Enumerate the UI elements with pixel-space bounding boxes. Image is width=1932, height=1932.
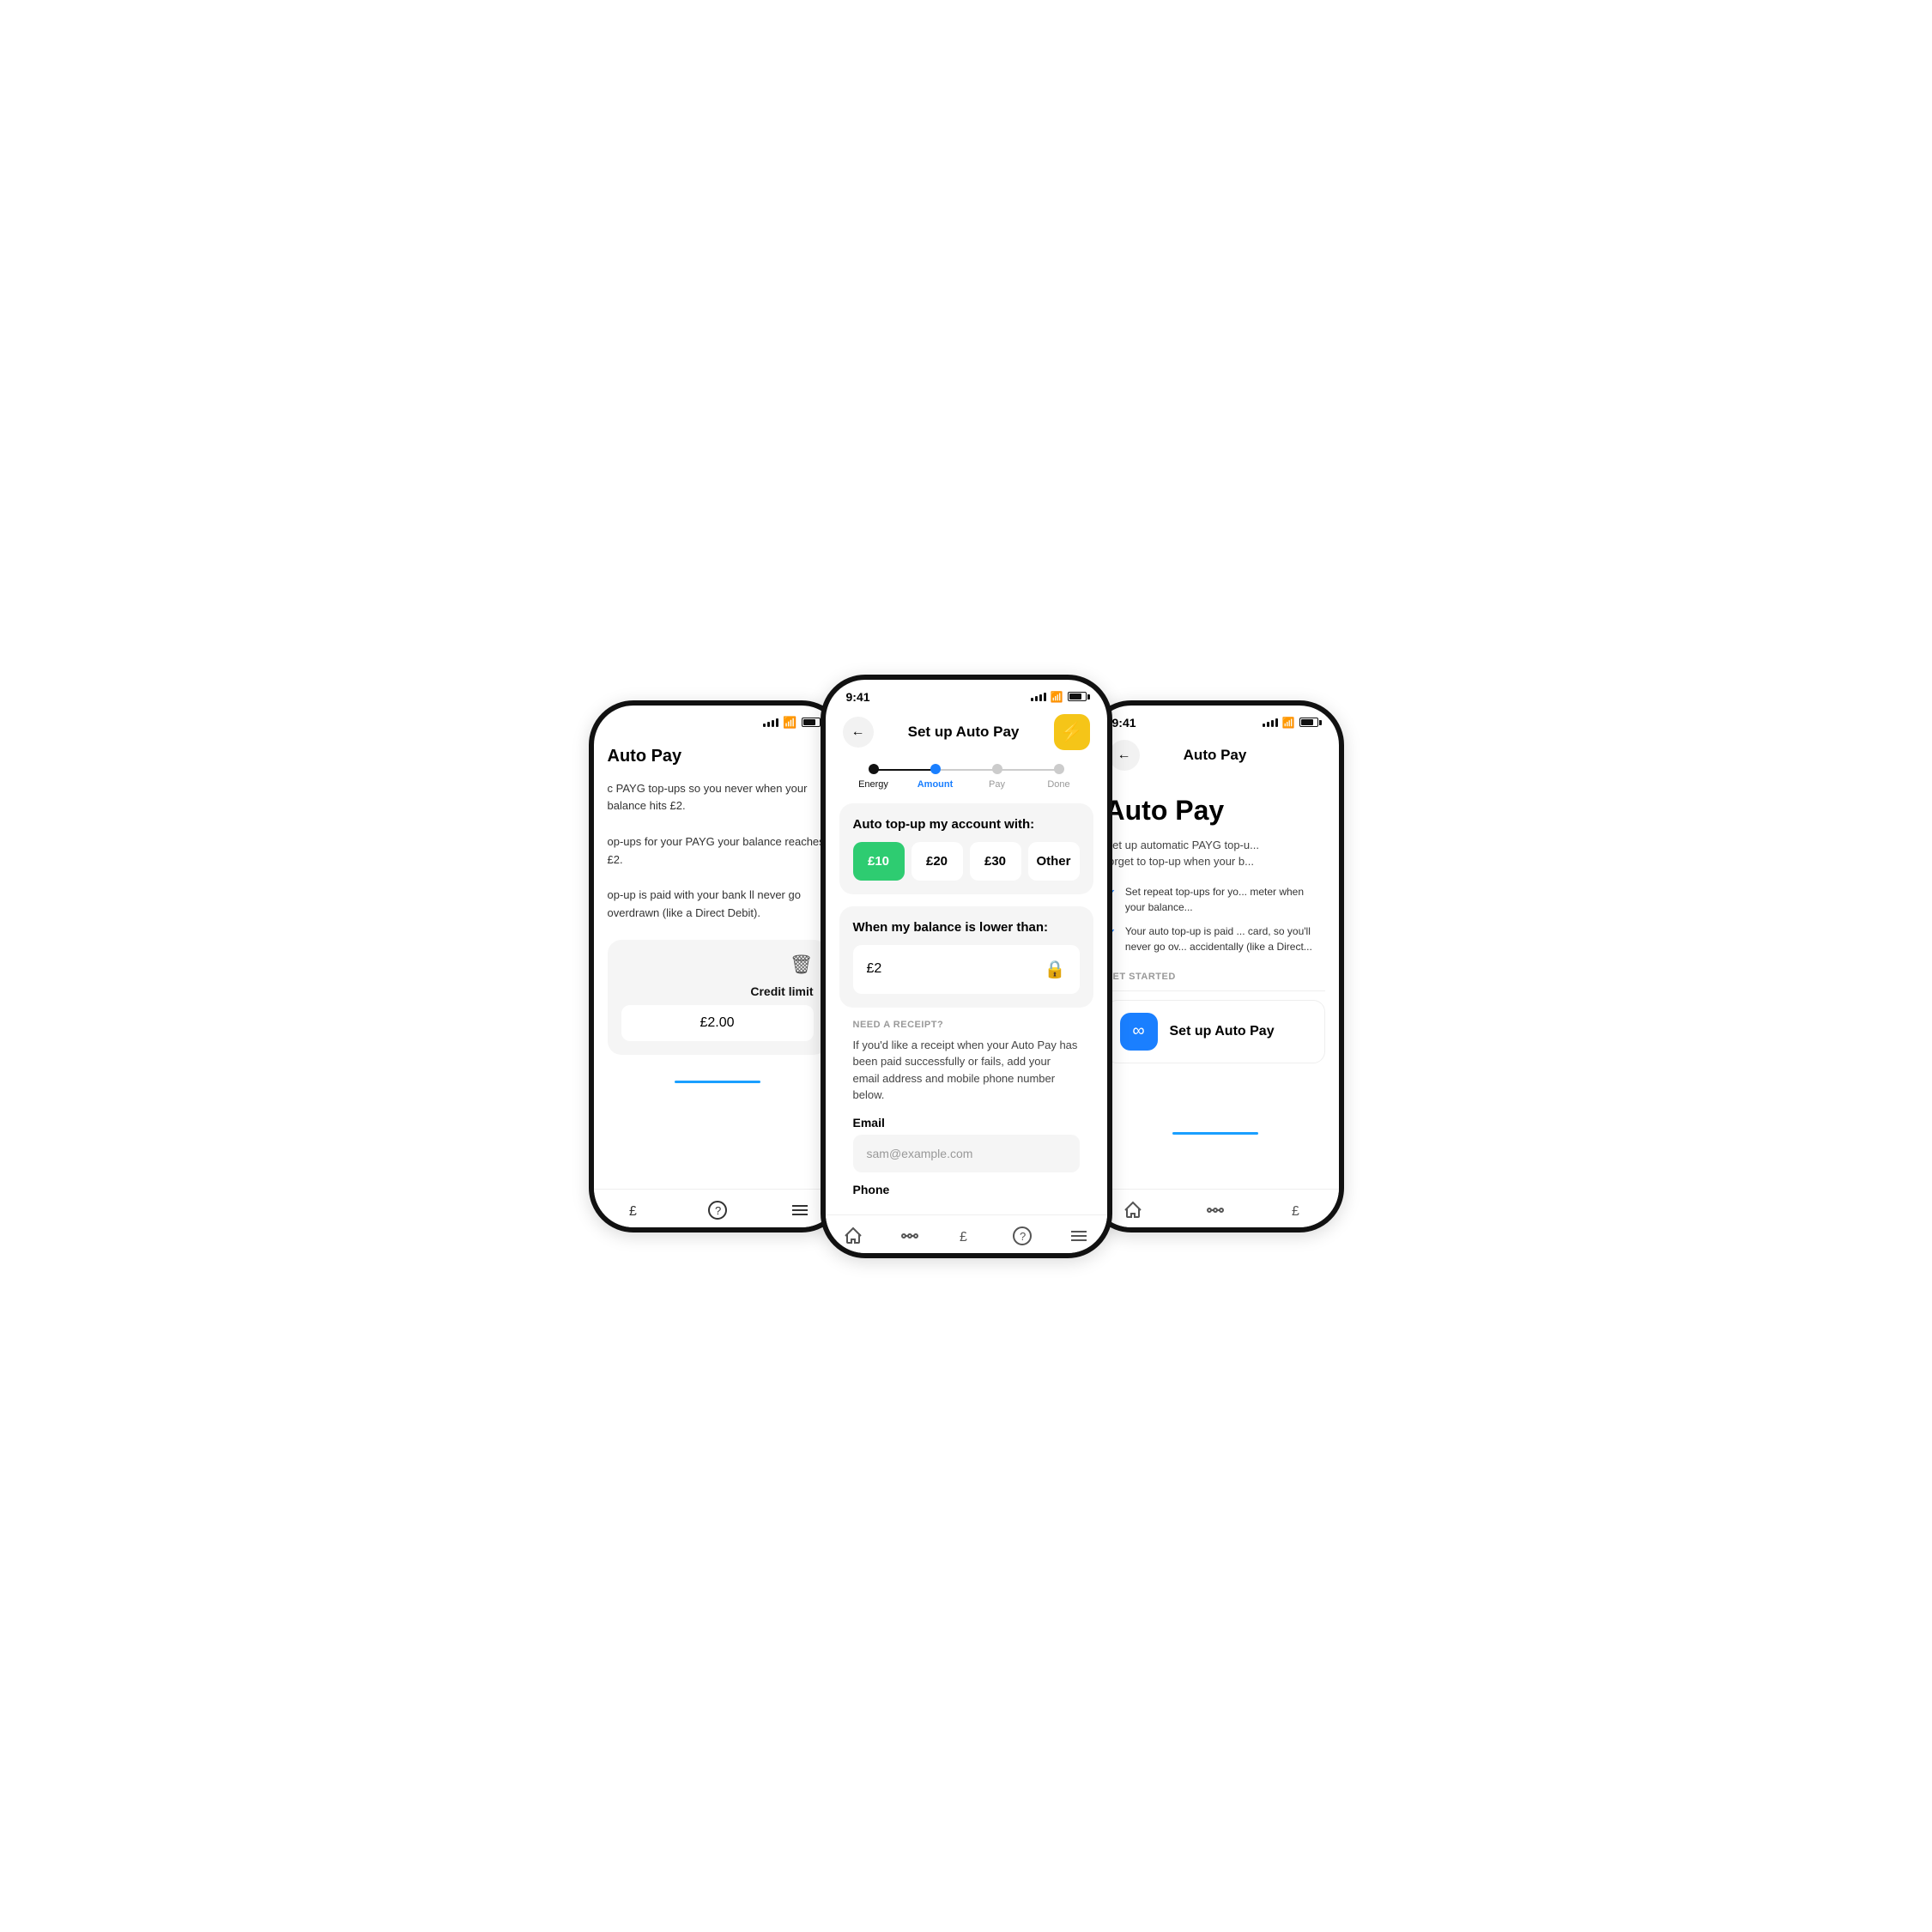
balance-display: £2 🔒	[853, 945, 1080, 994]
nav-help-center-icon[interactable]: ?	[1012, 1226, 1033, 1246]
center-bottom-nav: £ ?	[826, 1214, 1107, 1253]
right-phone-content: Auto Pay Set up automatic PAYG top-u...f…	[1092, 778, 1339, 1132]
nav-pound-icon[interactable]: £	[625, 1200, 645, 1220]
setup-btn-label: Set up Auto Pay	[1170, 1024, 1275, 1039]
amount-30-button[interactable]: £30	[970, 842, 1021, 881]
lock-icon: 🔒	[1045, 959, 1066, 980]
left-bottom-nav: £ ?	[594, 1189, 841, 1227]
right-back-button[interactable]: ←	[1109, 740, 1140, 771]
credit-label: Credit limit	[750, 984, 813, 998]
svg-text:?: ?	[715, 1204, 721, 1217]
right-header: ← Auto Pay	[1092, 733, 1339, 778]
setup-auto-pay-button[interactable]: ∞ Set up Auto Pay	[1105, 1000, 1325, 1063]
step-done-label: Done	[1047, 779, 1069, 790]
feature-text-1: Set repeat top-ups for yo... meter when …	[1125, 884, 1325, 915]
credit-value: £2.00	[621, 1005, 814, 1041]
nav-more-icon[interactable]	[1069, 1226, 1089, 1246]
back-arrow-icon: ←	[851, 724, 865, 740]
phone-left: 📶 Auto Pay c PAYG top-ups so you never w…	[589, 700, 846, 1232]
left-status-bar: 📶	[594, 706, 841, 733]
balance-card: When my balance is lower than: £2 🔒	[839, 906, 1093, 1008]
step-done: Done	[1028, 764, 1090, 790]
svg-text:£: £	[629, 1204, 637, 1219]
left-blue-indicator	[675, 1081, 760, 1083]
step-pay: Pay	[966, 764, 1028, 790]
amount-20-button[interactable]: £20	[911, 842, 963, 881]
left-page-title: Auto Pay	[608, 747, 827, 766]
get-started-label: GET STARTED	[1105, 972, 1325, 982]
left-description: c PAYG top-ups so you never when your ba…	[608, 780, 827, 923]
step-amount-label: Amount	[918, 779, 954, 790]
step-energy-label: Energy	[858, 779, 888, 790]
auto-pay-title: Auto Pay	[1105, 795, 1325, 827]
trash-icon[interactable]: 🗑	[790, 954, 814, 976]
svg-text:£: £	[960, 1230, 967, 1245]
center-header: ← Set up Auto Pay ⚡	[826, 707, 1107, 757]
right-nav-account-icon[interactable]: £	[1287, 1200, 1308, 1220]
svg-text:£: £	[1292, 1204, 1299, 1219]
receipt-label: NEED A RECEIPT?	[853, 1020, 1080, 1030]
topup-card: Auto top-up my account with: £10 £20 £30…	[839, 803, 1093, 894]
infinity-badge: ∞	[1120, 1013, 1158, 1051]
balance-value: £2	[867, 961, 882, 977]
receipt-description: If you'd like a receipt when your Auto P…	[853, 1037, 1080, 1104]
svg-text:?: ?	[1020, 1230, 1026, 1243]
phone-label: Phone	[853, 1183, 1080, 1196]
right-status-bar: 9:41 📶	[1092, 706, 1339, 733]
step-energy: Energy	[843, 764, 905, 790]
nav-account-icon[interactable]: £	[955, 1226, 976, 1246]
center-status-bar: 9:41 📶	[826, 680, 1107, 707]
center-time: 9:41	[846, 690, 870, 704]
right-nav-home-icon[interactable]	[1123, 1200, 1143, 1220]
left-phone-content: Auto Pay c PAYG top-ups so you never whe…	[594, 733, 841, 1081]
step-done-dot	[1054, 764, 1064, 774]
nav-home-icon[interactable]	[843, 1226, 863, 1246]
feature-text-2: Your auto top-up is paid ... card, so yo…	[1125, 924, 1325, 954]
topup-card-title: Auto top-up my account with:	[853, 817, 1080, 832]
balance-card-title: When my balance is lower than:	[853, 920, 1080, 935]
feature-item-1: ✓ Set repeat top-ups for yo... meter whe…	[1105, 884, 1325, 915]
back-button[interactable]: ←	[843, 717, 874, 748]
lightning-button[interactable]: ⚡	[1054, 714, 1090, 750]
receipt-section: NEED A RECEIPT? If you'd like a receipt …	[839, 1020, 1093, 1196]
nav-menu-icon[interactable]	[790, 1200, 810, 1220]
right-time: 9:41	[1112, 716, 1136, 730]
right-back-arrow-icon: ←	[1117, 748, 1131, 763]
phone-right: 9:41 📶 ← Auto Pay Auto Pay Set up automa…	[1087, 700, 1344, 1232]
amount-10-button[interactable]: £10	[853, 842, 905, 881]
step-pay-dot	[992, 764, 1002, 774]
delete-card: 🗑 Credit limit £2.00	[608, 940, 827, 1055]
email-label: Email	[853, 1116, 1080, 1130]
step-amount: Amount	[905, 764, 966, 790]
right-nav-journey-icon[interactable]	[1205, 1200, 1226, 1220]
feature-list: ✓ Set repeat top-ups for yo... meter whe…	[1105, 884, 1325, 954]
center-content: Auto top-up my account with: £10 £20 £30…	[826, 803, 1107, 1258]
infinity-icon: ∞	[1132, 1021, 1144, 1041]
step-amount-dot	[930, 764, 941, 774]
right-header-title: Auto Pay	[1184, 747, 1247, 764]
progress-stepper: Energy Amount Pay Done	[826, 757, 1107, 803]
step-energy-line	[874, 769, 936, 771]
amount-other-button[interactable]: Other	[1028, 842, 1080, 881]
step-amount-line	[936, 769, 997, 771]
amount-options: £10 £20 £30 Other	[853, 842, 1080, 881]
step-pay-line	[997, 769, 1059, 771]
nav-help-icon[interactable]: ?	[707, 1200, 728, 1220]
feature-item-2: ✓ Your auto top-up is paid ... card, so …	[1105, 924, 1325, 954]
auto-pay-description: Set up automatic PAYG top-u...forget to …	[1105, 837, 1325, 870]
right-bottom-nav: £	[1092, 1189, 1339, 1227]
email-input[interactable]: sam@example.com	[853, 1135, 1080, 1172]
step-energy-dot	[869, 764, 879, 774]
lightning-icon: ⚡	[1060, 721, 1083, 743]
step-pay-label: Pay	[989, 779, 1005, 790]
center-header-title: Set up Auto Pay	[908, 724, 1020, 741]
nav-journey-icon[interactable]	[899, 1226, 920, 1246]
phone-center: 9:41 📶 ← Set up Auto Pay ⚡ Energy	[821, 675, 1112, 1258]
screens-container: 📶 Auto Pay c PAYG top-ups so you never w…	[494, 675, 1438, 1258]
section-divider	[1105, 990, 1325, 991]
right-blue-indicator	[1172, 1132, 1258, 1135]
